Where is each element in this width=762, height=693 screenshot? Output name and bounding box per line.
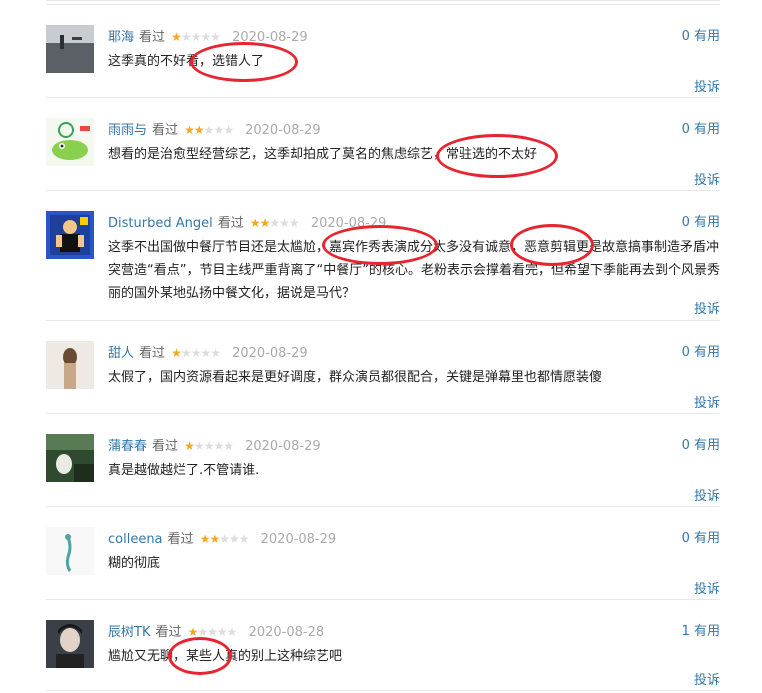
comment-date: 2020-08-28	[248, 625, 325, 640]
report-link[interactable]: 投诉	[694, 669, 720, 688]
person-photo-avatar[interactable]	[46, 620, 94, 668]
comment-meta: Disturbed Angel 看过 ★★★★★ 2020-08-29	[108, 215, 386, 232]
rating-stars: ★★★★★	[199, 532, 250, 546]
useful-vote[interactable]: 0 有用	[682, 215, 720, 231]
comment-user-link[interactable]: 辰树TK	[108, 625, 150, 640]
rating-stars: ★★★★★	[249, 216, 300, 230]
comment-item: colleena 看过 ★★★★★ 2020-08-29 0 有用 糊的彻底 投诉	[46, 506, 720, 600]
useful-vote-button[interactable]: 有用	[694, 215, 720, 230]
watched-status: 看过	[139, 30, 166, 45]
comment-content: 这季真的不好看，选错人了	[108, 54, 265, 69]
report-link[interactable]: 投诉	[694, 485, 720, 504]
comment-date: 2020-08-29	[232, 346, 308, 361]
useful-vote[interactable]: 0 有用	[682, 345, 720, 361]
comment-user-link[interactable]: 蒲春春	[108, 439, 147, 454]
rating-stars: ★★★★★	[171, 30, 221, 44]
comment-user-link[interactable]: 甜人	[108, 346, 134, 361]
useful-count: 0	[681, 122, 690, 137]
comment-item: 甜人 看过 ★★★★★ 2020-08-29 0 有用 太假了，国内资源看起来是更…	[46, 320, 720, 414]
report-link[interactable]: 投诉	[694, 169, 720, 188]
comment-date: 2020-08-29	[260, 532, 337, 547]
useful-vote-button[interactable]: 有用	[694, 438, 720, 453]
comment-date: 2020-08-29	[245, 123, 321, 138]
comment-date: 2020-08-29	[232, 30, 308, 45]
useful-vote[interactable]: 0 有用	[682, 438, 720, 454]
comment-user-link[interactable]: 耶海	[108, 30, 134, 45]
comment-date: 2020-08-29	[310, 216, 387, 231]
comment-meta: 耶海 看过 ★★★★★ 2020-08-29	[108, 29, 308, 46]
comment-meta: 甜人 看过 ★★★★★ 2020-08-29	[108, 345, 308, 362]
comment-item: Disturbed Angel 看过 ★★★★★ 2020-08-29 0 有用 …	[46, 190, 720, 321]
top-divider	[46, 0, 720, 1]
watched-status: 看过	[155, 625, 182, 640]
useful-count: 1	[681, 624, 690, 639]
watched-status: 看过	[217, 216, 244, 231]
watched-status: 看过	[167, 532, 194, 547]
comment-meta: 雨雨与 看过 ★★★★★ 2020-08-29	[108, 122, 321, 139]
landscape-avatar[interactable]	[46, 434, 94, 482]
useful-vote[interactable]: 0 有用	[682, 122, 720, 138]
useful-count: 0	[681, 531, 690, 546]
comment-date: 2020-08-29	[245, 439, 321, 454]
useful-vote[interactable]: 0 有用	[682, 29, 720, 45]
comment-meta: 辰树TK 看过 ★★★★★ 2020-08-28	[108, 624, 324, 641]
useful-count: 0	[681, 215, 690, 230]
portrait-avatar[interactable]	[46, 341, 94, 389]
comment-user-link[interactable]: 雨雨与	[108, 123, 147, 138]
cartoon-frog-avatar[interactable]	[46, 118, 94, 166]
bottom-divider	[46, 690, 720, 691]
comment-meta: 蒲春春 看过 ★★★★★ 2020-08-29	[108, 438, 321, 455]
watched-status: 看过	[152, 123, 179, 138]
useful-vote[interactable]: 0 有用	[682, 531, 720, 547]
useful-vote-button[interactable]: 有用	[694, 29, 720, 44]
comment-content: 这季不出国做中餐厅节目还是太尴尬，嘉宾作秀表演成分太多没有诚意，恶意剪辑更是故意…	[108, 240, 720, 301]
rating-stars: ★★★★★	[171, 346, 221, 360]
report-link[interactable]: 投诉	[694, 298, 720, 317]
comment-item: 辰树TK 看过 ★★★★★ 2020-08-28 1 有用 尴尬又无聊，某些人真的…	[46, 599, 720, 691]
useful-count: 0	[681, 345, 690, 360]
useful-count: 0	[681, 438, 690, 453]
comment-content: 想看的是治愈型经营综艺，这季却拍成了莫名的焦虑综艺，常驻选的不太好	[108, 147, 538, 162]
useful-vote-button[interactable]: 有用	[694, 531, 720, 546]
comment-meta: colleena 看过 ★★★★★ 2020-08-29	[108, 531, 336, 548]
watched-status: 看过	[139, 346, 166, 361]
cartoon-figure-avatar[interactable]	[46, 211, 94, 259]
sketch-avatar[interactable]	[46, 527, 94, 575]
comment-user-link[interactable]: Disturbed Angel	[108, 216, 213, 231]
report-link[interactable]: 投诉	[694, 76, 720, 95]
rating-stars: ★★★★★	[187, 625, 238, 639]
lake-photo-avatar[interactable]	[46, 25, 94, 73]
comment-content: 糊的彻底	[108, 556, 161, 571]
comment-content: 真是越做越烂了.不管请谁.	[108, 463, 260, 478]
rating-stars: ★★★★★	[184, 439, 234, 453]
comment-content: 太假了，国内资源看起来是更好调度，群众演员都很配合，关键是弹幕里也都情愿装傻	[108, 370, 603, 385]
useful-vote-button[interactable]: 有用	[694, 624, 720, 639]
useful-vote[interactable]: 1 有用	[682, 624, 720, 640]
useful-vote-button[interactable]: 有用	[694, 345, 720, 360]
comment-user-link[interactable]: colleena	[108, 532, 163, 547]
watched-status: 看过	[152, 439, 179, 454]
comment-content: 尴尬又无聊，某些人真的别上这种综艺吧	[108, 649, 343, 664]
useful-count: 0	[681, 29, 690, 44]
comment-item: 蒲春春 看过 ★★★★★ 2020-08-29 0 有用 真是越做越烂了.不管请谁…	[46, 413, 720, 507]
report-link[interactable]: 投诉	[694, 578, 720, 597]
report-link[interactable]: 投诉	[694, 392, 720, 411]
rating-stars: ★★★★★	[184, 123, 234, 137]
comment-item: 耶海 看过 ★★★★★ 2020-08-29 0 有用 这季真的不好看，选错人了 …	[46, 4, 720, 98]
useful-vote-button[interactable]: 有用	[694, 122, 720, 137]
comment-item: 雨雨与 看过 ★★★★★ 2020-08-29 0 有用 想看的是治愈型经营综艺，…	[46, 97, 720, 191]
